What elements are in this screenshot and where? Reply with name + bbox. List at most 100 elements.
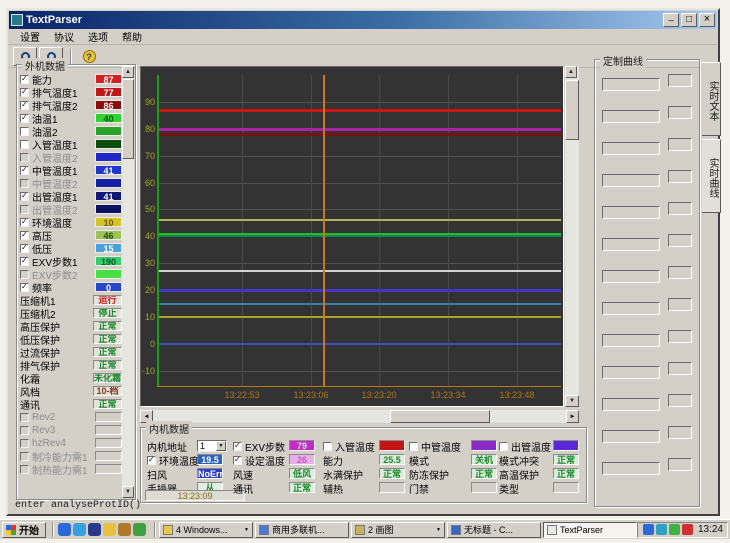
reserved-checkbox[interactable]: [20, 452, 29, 461]
curve-value-field[interactable]: [668, 202, 692, 215]
param-checkbox[interactable]: [20, 127, 29, 136]
curve-name-field[interactable]: [602, 238, 660, 251]
tray-icon[interactable]: [682, 524, 693, 535]
start-button[interactable]: 开始: [2, 522, 46, 538]
curve-name-field[interactable]: [602, 366, 660, 379]
curve-name-field[interactable]: [602, 334, 660, 347]
task-button[interactable]: 2 画图: [351, 522, 445, 538]
param-checkbox[interactable]: [20, 283, 29, 292]
curve-value-field[interactable]: [668, 458, 692, 471]
quicklaunch-icon[interactable]: [118, 523, 131, 536]
curve-name-field[interactable]: [602, 430, 660, 443]
side-tab[interactable]: 实时文本: [702, 62, 721, 136]
close-icon[interactable]: [699, 13, 715, 27]
task-button[interactable]: TextParser: [543, 522, 637, 538]
chevron-down-icon[interactable]: [122, 486, 134, 498]
menu-item[interactable]: 设置: [13, 28, 47, 45]
indoor-param-checkbox[interactable]: [499, 442, 508, 451]
param-checkbox[interactable]: [20, 257, 29, 266]
curve-name-field[interactable]: [602, 142, 660, 155]
chart-vertical-scrollbar[interactable]: [565, 66, 579, 407]
indoor-param-checkbox[interactable]: [409, 442, 418, 451]
chevron-down-icon[interactable]: [216, 441, 226, 451]
chart-horizontal-scrollbar[interactable]: [140, 410, 579, 423]
chevron-down-icon[interactable]: [565, 395, 579, 407]
y-axis-label: 20: [141, 285, 155, 295]
curve-name-field[interactable]: [602, 110, 660, 123]
curve-value-field[interactable]: [668, 394, 692, 407]
menu-item[interactable]: 协议: [47, 28, 81, 45]
indoor-col1-values: 1 19.5 NoErr 从: [197, 440, 227, 496]
curve-name-field[interactable]: [602, 398, 660, 411]
quicklaunch-icon[interactable]: [103, 523, 116, 536]
param-checkbox[interactable]: [20, 166, 29, 175]
chart-vscroll-thumb[interactable]: [565, 80, 579, 140]
plot-area[interactable]: [157, 75, 561, 387]
titlebar[interactable]: TextParser: [9, 11, 717, 29]
curve-value-field[interactable]: [668, 138, 692, 151]
param-checkbox[interactable]: [20, 192, 29, 201]
task-window-icon: [451, 525, 461, 535]
quicklaunch-icon[interactable]: [73, 523, 86, 536]
quicklaunch-icon[interactable]: [88, 523, 101, 536]
param-checkbox[interactable]: [20, 270, 29, 279]
side-tab[interactable]: 实时曲线: [702, 139, 721, 213]
tray-icon[interactable]: [656, 524, 667, 535]
param-checkbox[interactable]: [20, 231, 29, 240]
reserved-checkbox[interactable]: [20, 413, 29, 422]
chevron-down-icon[interactable]: [244, 527, 249, 533]
chevron-up-icon[interactable]: [122, 66, 134, 78]
curve-name-field[interactable]: [602, 270, 660, 283]
menu-item[interactable]: 选项: [81, 28, 115, 45]
curve-name-field[interactable]: [602, 302, 660, 315]
task-button[interactable]: 4 Windows...: [159, 522, 253, 538]
menu-item[interactable]: 帮助: [115, 28, 149, 45]
tray-icon[interactable]: [643, 524, 654, 535]
curve-value-field[interactable]: [668, 74, 692, 87]
curve-name-field[interactable]: [602, 206, 660, 219]
param-checkbox[interactable]: [20, 179, 29, 188]
chart-hscroll-thumb[interactable]: [390, 410, 490, 423]
curve-value-field[interactable]: [668, 170, 692, 183]
curve-value-field[interactable]: [668, 362, 692, 375]
indoor-param-checkbox[interactable]: [233, 456, 242, 465]
chevron-up-icon[interactable]: [565, 66, 577, 78]
param-checkbox[interactable]: [20, 75, 29, 84]
chevron-down-icon[interactable]: [436, 527, 441, 533]
curve-value-field[interactable]: [668, 426, 692, 439]
param-checkbox[interactable]: [20, 218, 29, 227]
sidebar-scroll-thumb[interactable]: [122, 79, 134, 159]
indoor-env-checkbox[interactable]: [147, 456, 156, 465]
param-checkbox[interactable]: [20, 101, 29, 110]
maximize-icon[interactable]: [681, 13, 697, 27]
tray-icon[interactable]: [669, 524, 680, 535]
param-checkbox[interactable]: [20, 114, 29, 123]
task-button[interactable]: 无标题 - C...: [447, 522, 541, 538]
curve-value-field[interactable]: [668, 106, 692, 119]
indoor-param-checkbox[interactable]: [233, 442, 242, 451]
param-checkbox[interactable]: [20, 153, 29, 162]
param-checkbox[interactable]: [20, 244, 29, 253]
curve-name-field[interactable]: [602, 174, 660, 187]
param-checkbox[interactable]: [20, 205, 29, 214]
curve-value-field[interactable]: [668, 330, 692, 343]
param-checkbox[interactable]: [20, 88, 29, 97]
indoor-param-checkbox[interactable]: [323, 442, 332, 451]
chevron-right-icon[interactable]: [566, 410, 579, 423]
minimize-icon[interactable]: [663, 13, 679, 27]
task-button[interactable]: 商用多联机...: [255, 522, 349, 538]
quicklaunch-icon[interactable]: [58, 523, 71, 536]
curve-name-field[interactable]: [602, 78, 660, 91]
sidebar-scrollbar[interactable]: [122, 66, 134, 498]
param-checkbox[interactable]: [20, 140, 29, 149]
quicklaunch-icon[interactable]: [133, 523, 146, 536]
reserved-checkbox[interactable]: [20, 439, 29, 448]
curve-value-field[interactable]: [668, 266, 692, 279]
curve-name-field[interactable]: [602, 462, 660, 475]
curve-value-field[interactable]: [668, 298, 692, 311]
reserved-checkbox[interactable]: [20, 426, 29, 435]
indoor-address-select[interactable]: 1: [197, 440, 227, 452]
curve-value-field[interactable]: [668, 234, 692, 247]
reserved-checkbox[interactable]: [20, 465, 29, 474]
menubar: 设置 协议 选项 帮助: [9, 29, 717, 45]
